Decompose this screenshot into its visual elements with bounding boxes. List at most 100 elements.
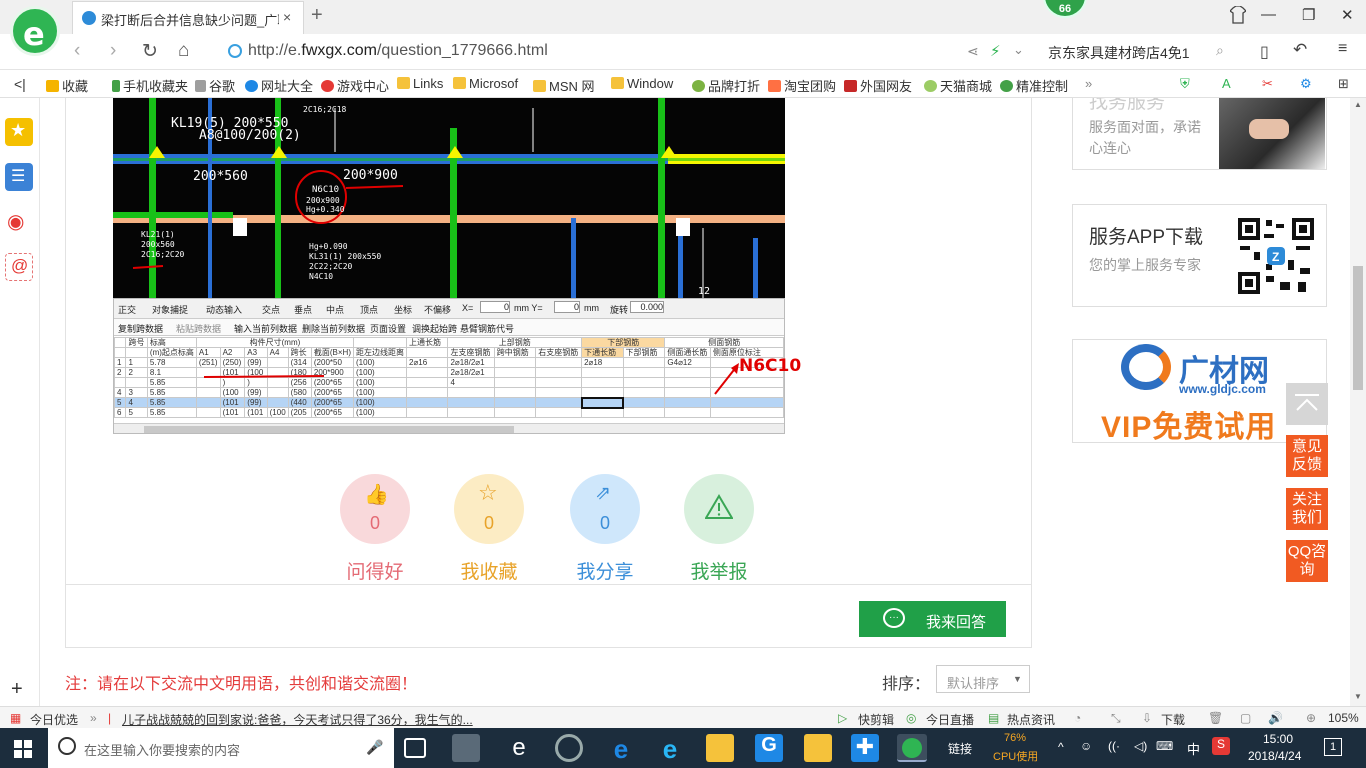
task-view-icon[interactable] xyxy=(404,738,426,758)
speaker-icon[interactable]: ◁) xyxy=(1134,739,1147,753)
search-icon[interactable]: ⌕ xyxy=(1216,42,1224,59)
favorite-button[interactable]: ☆ 0 我收藏 xyxy=(454,474,524,584)
wifi-icon[interactable]: ((· xyxy=(1108,739,1120,753)
new-tab-button[interactable]: + xyxy=(311,4,323,27)
search-box[interactable]: 京东家具建材跨店4免1 ⌕ xyxy=(1040,40,1240,65)
fav-tmall[interactable]: 天猫商城 xyxy=(924,76,992,95)
browser-logo[interactable]: e xyxy=(10,6,60,56)
service-card[interactable]: 找务服务 服务面对面，承诺心连心 xyxy=(1072,98,1327,170)
quick-cut[interactable]: 快剪辑 xyxy=(858,711,894,728)
trash-icon[interactable]: 🗑 xyxy=(1208,711,1223,725)
lightning-icon[interactable]: ⚡ xyxy=(990,42,1001,60)
fav-games[interactable]: 游戏中心 xyxy=(321,76,389,95)
taskbar-search-input[interactable]: 在这里输入你要搜索的内容 xyxy=(84,740,240,759)
file-explorer-icon[interactable] xyxy=(706,734,734,762)
sidebar-toggle-icon[interactable]: <| xyxy=(14,76,26,92)
fav-collect[interactable]: 收藏 xyxy=(46,76,88,95)
report-button[interactable]: 我举报 xyxy=(684,474,754,584)
tray-up-icon[interactable]: ^ xyxy=(1058,740,1064,754)
back-to-top-button[interactable] xyxy=(1286,383,1328,425)
back-icon[interactable]: ‹ xyxy=(74,40,80,62)
keyboard-icon[interactable]: ⌨ xyxy=(1156,739,1173,753)
fav-folder-links[interactable]: Links xyxy=(397,76,443,91)
clock-time[interactable]: 15:00 xyxy=(1263,732,1293,746)
live-today[interactable]: 今日直播 xyxy=(926,711,974,728)
vertical-scrollbar[interactable]: ▲ ▼ xyxy=(1350,98,1366,706)
mic-icon[interactable]: 🎤 xyxy=(366,739,383,756)
fav-folder-microsoft[interactable]: Microsof xyxy=(453,76,518,91)
undo-icon[interactable]: ↶ xyxy=(1293,40,1307,60)
people-icon[interactable]: ☺ xyxy=(1080,739,1092,753)
good-question-button[interactable]: 👍 0 问得好 xyxy=(340,474,410,584)
taskbar-search[interactable]: 在这里输入你要搜索的内容 🎤 xyxy=(48,728,394,768)
windows-start-icon[interactable] xyxy=(14,740,32,758)
close-window-button[interactable]: ✕ xyxy=(1341,6,1354,24)
home-icon[interactable]: ⌂ xyxy=(178,40,189,62)
scroll-thumb[interactable] xyxy=(1353,266,1363,390)
share-icon[interactable]: ⋖ xyxy=(967,43,979,60)
shirt-icon[interactable] xyxy=(1230,6,1246,24)
sogou-ime-icon[interactable]: S xyxy=(1212,737,1230,755)
scissors-icon[interactable]: ✂ xyxy=(1262,76,1273,92)
feedback-button[interactable]: 意见反馈 xyxy=(1286,435,1328,477)
share-button[interactable]: ⇗ 0 我分享 xyxy=(570,474,640,584)
sort-select[interactable]: 默认排序 ▼ xyxy=(936,665,1030,693)
more-favorites-icon[interactable]: » xyxy=(1085,76,1092,91)
fav-brand-sale[interactable]: 品牌打折 xyxy=(692,76,760,95)
sogou-icon[interactable] xyxy=(555,734,583,762)
url-text[interactable]: http://e.fwxgx.com/question_1779666.html xyxy=(248,42,548,60)
app-download-card[interactable]: 服务APP下载 您的掌上服务专家 Z xyxy=(1072,204,1327,307)
qq-consult-button[interactable]: QQ咨询 xyxy=(1286,540,1328,582)
email-icon[interactable]: @ xyxy=(5,253,33,281)
link-label[interactable]: 链接 xyxy=(948,740,972,757)
clock-date[interactable]: 2018/4/24 xyxy=(1248,749,1301,763)
star-icon[interactable]: ★ xyxy=(5,118,33,146)
menu-icon[interactable]: ≡ xyxy=(1338,40,1347,58)
grid-menu-icon[interactable]: ⊞ xyxy=(1338,76,1349,92)
ie-icon[interactable]: e xyxy=(656,734,684,764)
hot-news[interactable]: 热点资讯 xyxy=(1007,711,1055,728)
fav-url-nav[interactable]: 网址大全 xyxy=(245,76,313,95)
phone-icon[interactable]: ▯ xyxy=(1260,42,1269,62)
browser-tab[interactable]: 梁打断后合并信息缺少问题_广联 × xyxy=(72,1,304,34)
url-bar[interactable]: http://e.fwxgx.com/question_1779666.html… xyxy=(222,40,1032,65)
robot-icon[interactable]: ⚙ xyxy=(1300,76,1312,92)
forward-icon[interactable]: › xyxy=(110,40,116,62)
search-text[interactable]: 京东家具建材跨店4免1 xyxy=(1048,43,1190,63)
weibo-icon[interactable]: ◉ xyxy=(5,208,33,236)
fav-taobao[interactable]: 淘宝团购 xyxy=(768,76,836,95)
shield-icon[interactable]: ⛨ xyxy=(1180,76,1190,92)
fav-mobile[interactable]: 手机收藏夹 xyxy=(112,76,188,95)
news-ticker[interactable]: 儿子战战兢兢的回到家说:爸爸，今天考试只得了36分，我生气的... xyxy=(122,711,473,728)
maximize-button[interactable]: ❐ xyxy=(1302,6,1315,24)
minimize-button[interactable]: — xyxy=(1261,6,1276,23)
points-badge[interactable]: 66 xyxy=(1043,0,1087,18)
notes-app-icon[interactable] xyxy=(804,734,832,762)
refresh-icon[interactable]: ↻ xyxy=(142,40,158,63)
zoom-level[interactable]: 105% xyxy=(1328,711,1359,725)
edge-icon[interactable]: e xyxy=(607,734,635,764)
translate-icon[interactable]: A xyxy=(1222,76,1231,91)
window-icon[interactable]: ▢ xyxy=(1240,711,1251,725)
volume-icon[interactable]: 🔊 xyxy=(1268,711,1283,725)
answer-button[interactable]: ··· 我来回答 xyxy=(859,601,1006,637)
chevron-down-icon[interactable]: ⌄ xyxy=(1013,42,1024,58)
speed-icon[interactable]: ◔ xyxy=(1074,711,1081,725)
download-link[interactable]: 下载 xyxy=(1161,711,1185,728)
qr-code-image[interactable]: Z xyxy=(1236,216,1316,296)
ie-browser-icon[interactable]: e xyxy=(505,734,533,762)
fav-precise[interactable]: 精准控制 xyxy=(1000,76,1068,95)
pinwheel-app-icon[interactable] xyxy=(452,734,480,762)
add-icon[interactable]: + xyxy=(11,678,23,701)
list-icon[interactable]: ☰ xyxy=(5,163,33,191)
follow-us-button[interactable]: 关注我们 xyxy=(1286,488,1328,530)
today-pick[interactable]: 今日优选 xyxy=(30,711,78,728)
plus-app-icon[interactable]: ✚ xyxy=(851,734,879,762)
fav-folder-msn[interactable]: MSN 网 xyxy=(533,76,595,95)
fav-folder-windows[interactable]: Window xyxy=(611,76,673,91)
notification-icon[interactable]: 1 xyxy=(1324,738,1342,756)
tab-close-icon[interactable]: × xyxy=(283,9,291,25)
active-browser-icon[interactable] xyxy=(897,734,927,762)
cursor-icon[interactable]: ⤡ xyxy=(1111,711,1121,726)
fav-google[interactable]: 谷歌 xyxy=(195,76,235,95)
